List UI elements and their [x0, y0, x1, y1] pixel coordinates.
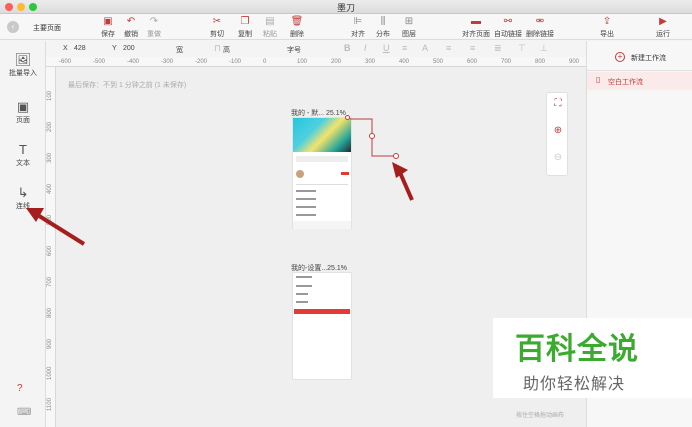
app-window: 墨刀 ‹ 主要页面 ▣ 保存 ↶ 撤销 ↷ 重做 ✂ 剪切 ❐ 复制 ▤ 粘贴 🗑 删除 ⊫ 对齐 ⫼ 分布 ⊞ 图层… — [0, 0, 692, 427]
watermark-subtitle: 助你轻松解决 — [523, 376, 626, 393]
watermark-title: 百科全说 — [515, 333, 639, 366]
watermark: 百科全说 助你轻松解决 — [493, 318, 692, 398]
link-endpoint — [393, 153, 399, 159]
link-midpoint — [369, 133, 375, 139]
annotation-arrow — [34, 212, 86, 246]
